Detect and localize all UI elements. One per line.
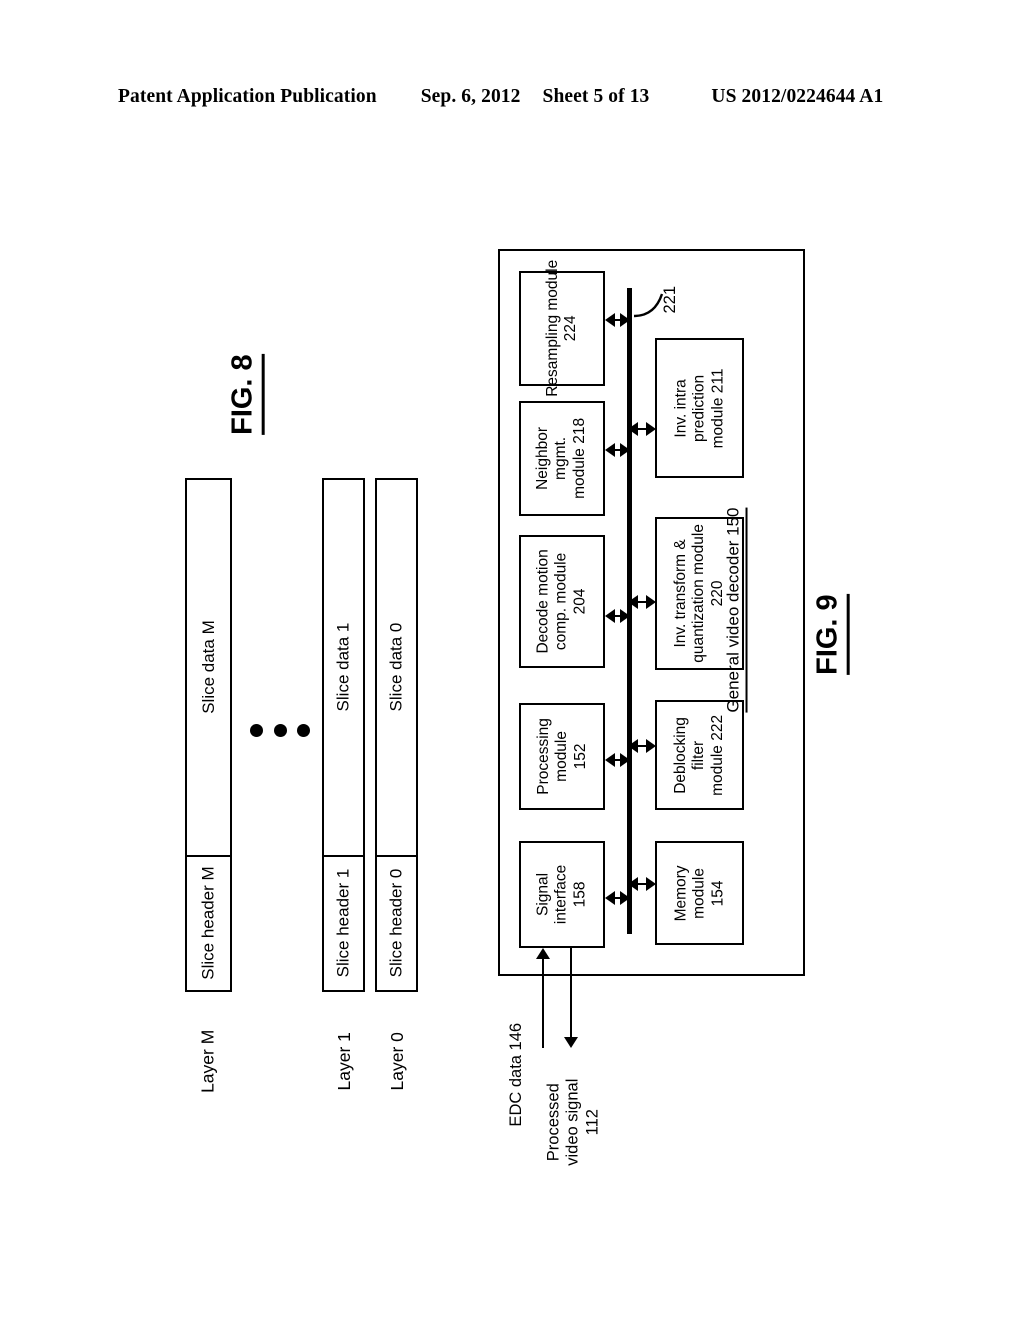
neighbor-mgmt-module[interactable]: Neighbor mgmt. module 218	[519, 401, 605, 516]
arrow-head-right-icon	[620, 313, 630, 327]
arrow-bus-to-memory	[628, 876, 656, 892]
arrow-head-right-icon	[646, 877, 656, 891]
neighbor-mgmt-module-label: Neighbor mgmt. module 218	[534, 417, 589, 500]
processed-video-signal-text: Processed video signal 112	[544, 1078, 602, 1167]
signal-interface-module[interactable]: Signal interface 158	[519, 841, 605, 948]
edc-data-text: EDC data 146	[507, 1023, 526, 1127]
arrow-bus-to-inv-intra-prediction	[628, 421, 656, 437]
processed-video-signal-output-arrow	[562, 948, 580, 1048]
processing-module[interactable]: Processing module 152	[519, 703, 605, 810]
arrow-shaft	[569, 948, 573, 1038]
general-video-decoder-label: General video decoder 150	[710, 495, 762, 725]
processing-module-label: Processing module 152	[534, 718, 589, 795]
arrow-head-right-icon	[646, 595, 656, 609]
inv-intra-prediction-module-label: Inv. intra prediction module 211	[672, 368, 726, 448]
arrow-bus-to-deblocking-filter	[628, 738, 656, 754]
arrow-head-right-icon	[620, 443, 630, 457]
resampling-module[interactable]: Resampling module 224	[519, 260, 605, 397]
memory-module[interactable]: Memory module 154	[655, 841, 744, 945]
arrow-head-right-icon	[620, 609, 630, 623]
arrow-head-right-icon	[620, 753, 630, 767]
arrow-signal-interface-to-bus	[605, 890, 630, 906]
memory-module-label: Memory module 154	[672, 865, 726, 921]
arrow-head-right-icon	[646, 422, 656, 436]
signal-interface-module-label: Signal interface 158	[534, 864, 589, 925]
arrow-neighbor-mgmt-to-bus	[605, 442, 630, 458]
bus-reference-text: 221	[661, 286, 680, 314]
deblocking-filter-module-label: Deblocking filter module 222	[672, 714, 726, 796]
decode-motion-comp-module-label: Decode motion comp. module 204	[534, 549, 589, 654]
general-video-decoder-text: General video decoder 150	[723, 507, 749, 713]
figure-9-caption-text: FIG. 9	[810, 594, 850, 676]
figure-9-caption: FIG. 9	[800, 570, 860, 700]
arrow-head-right-icon	[646, 739, 656, 753]
arrow-bus-to-inv-transform-quantization	[628, 594, 656, 610]
figure-9: Resampling module 224 Neighbor mgmt. mod…	[0, 0, 1024, 1320]
bus-reference-number: 221	[648, 278, 694, 322]
resampling-module-label: Resampling module 224	[543, 260, 579, 397]
inv-intra-prediction-module[interactable]: Inv. intra prediction module 211	[655, 338, 744, 478]
arrow-processing-to-bus	[605, 752, 630, 768]
arrow-head-right-icon	[620, 891, 630, 905]
processed-video-signal-label: Processed video signal 112	[538, 1040, 610, 1205]
arrow-decode-motion-comp-to-bus	[605, 608, 630, 624]
arrow-resampling-to-bus	[605, 312, 630, 328]
decode-motion-comp-module[interactable]: Decode motion comp. module 204	[519, 535, 605, 668]
